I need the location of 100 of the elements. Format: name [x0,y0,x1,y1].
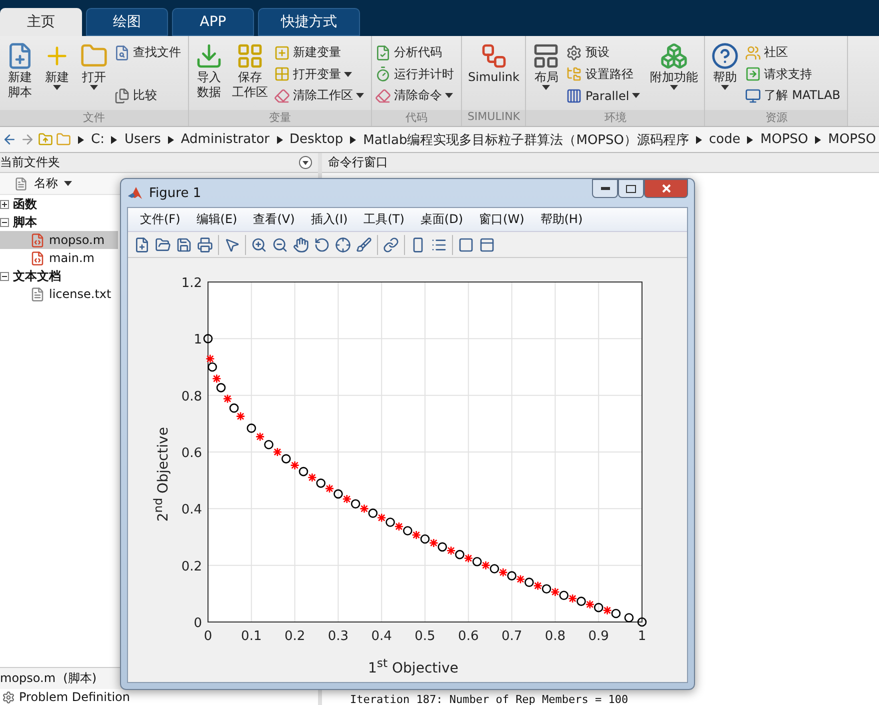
menu-item[interactable]: 文件(F) [132,211,188,228]
ribbon-button[interactable]: 帮助 [708,40,742,110]
folder-group-label[interactable]: 脚本 [13,214,37,230]
data-point [559,590,569,600]
ribbon-button[interactable]: 设置路径 [566,64,644,84]
download-icon [195,42,223,70]
command-output: Iteration 187: Number of Rep Members = 100 [350,693,630,705]
tick-label: 1.2 [181,276,202,291]
data-point [308,472,317,482]
data-point [368,508,378,518]
menu-item[interactable]: 查看(V) [245,211,303,228]
ribbon-tab[interactable]: 主页 [0,8,82,36]
ribbon-tab[interactable]: 绘图 [86,8,168,36]
ribbon-button[interactable]: 运行并计时 [375,64,458,84]
square-icon[interactable] [458,236,474,252]
outline-item[interactable]: Problem Definition [19,690,130,704]
data-point [585,600,595,610]
data-point [298,466,308,476]
new-file-icon[interactable] [134,236,150,252]
ribbon-button[interactable]: 清除命令 [375,85,458,106]
collapse-icon[interactable] [0,272,9,280]
dropdown-icon[interactable] [299,156,312,169]
ribbon-button[interactable]: 了解 MATLAB [745,85,844,106]
ribbon-button[interactable]: 新建变量 [274,42,368,63]
menu-item[interactable]: 帮助(H) [532,211,591,228]
ribbon-button[interactable]: 新建 [40,40,74,110]
maximize-button[interactable] [618,179,644,198]
minimize-icon [600,187,610,190]
rotate-icon[interactable] [314,236,330,252]
ribbon-button[interactable]: 请求支持 [745,64,844,84]
ribbon-button[interactable]: 比较 [114,85,185,106]
ribbon-button[interactable]: Simulink [465,40,522,110]
ribbon-button[interactable]: 查找文件 [114,42,185,63]
file-row[interactable]: main.m [0,249,118,267]
data-point [403,526,412,536]
chevron-icon [747,136,754,144]
menu-item[interactable]: 插入(I) [302,211,356,228]
data-point [264,440,274,450]
panel-icon[interactable] [479,236,495,252]
legend-icon[interactable] [431,236,447,252]
path-segment[interactable]: code [709,132,740,147]
close-button[interactable] [644,179,688,198]
hand-icon[interactable] [293,236,309,252]
ribbon-button[interactable]: 打开 [77,40,111,110]
panel-title: 当前文件夹 [0,154,60,171]
chevron-icon [78,136,84,144]
ribbon-button[interactable]: 社区 [745,42,844,63]
panel-title: 命令行窗口 [328,154,388,171]
ribbon-tab[interactable]: APP [172,8,254,36]
menu-item[interactable]: 窗口(W) [471,211,532,228]
ribbon-button[interactable]: 打开变量 [274,64,368,84]
link-icon[interactable] [383,236,399,252]
ribbon-button[interactable]: 布局 [529,40,564,110]
ribbon-button[interactable]: 预设 [566,42,644,63]
minimize-button[interactable] [592,179,618,198]
pointer-icon[interactable] [224,236,240,252]
column-title[interactable]: 名称 [34,175,58,192]
ribbon-button[interactable]: Parallel [566,85,644,106]
ribbon-button[interactable]: 清除工作区 [274,85,368,106]
data-point [222,394,232,404]
ribbon-button[interactable]: 保存 工作区 [229,40,271,110]
ribbon-tab[interactable]: 快捷方式 [258,8,360,36]
zoom-out-icon[interactable] [272,236,288,252]
path-segment[interactable]: Administrator [180,132,270,147]
boxes-icon [660,42,688,70]
path-segment[interactable]: MOPSO [828,132,876,147]
menu-item[interactable]: 工具(T) [356,211,412,228]
menu-item[interactable]: 桌面(D) [412,211,472,228]
data-point [516,574,526,584]
brush-icon[interactable] [356,236,372,252]
printer-icon[interactable] [197,236,213,252]
path-segment[interactable]: Matlab编程实现多目标粒子群算法（MOPSO）源码程序 [363,130,690,148]
path-segment[interactable]: C: [91,132,104,147]
group-label: 文件 [0,110,188,126]
chevron-icon [696,136,702,144]
ribbon-button[interactable]: 导入 数据 [192,40,226,110]
ribbon-button[interactable]: 新建 脚本 [3,40,37,110]
forward-icon[interactable] [20,132,35,147]
save-icon[interactable] [176,236,192,252]
ribbon-button[interactable]: 附加功能 [647,40,702,110]
file-row[interactable]: mopso.m [0,231,118,249]
file-row[interactable]: license.txt [0,285,118,303]
folder-icon[interactable] [155,236,171,252]
folder-group-label[interactable]: 函数 [13,196,37,212]
zoom-in-icon[interactable] [251,236,267,252]
data-point [386,518,395,527]
sort-icon [64,181,72,186]
collapse-icon[interactable] [0,218,9,226]
tick-label: 0.4 [371,629,392,644]
expand-icon[interactable] [0,200,9,208]
data-point [524,578,534,587]
path-segment[interactable]: Users [124,132,161,147]
back-icon[interactable] [2,132,17,147]
x-axis-label: 1$^{st}$ Objective [368,656,458,677]
ribbon-button[interactable]: 分析代码 [375,42,458,63]
folder-group-label[interactable]: 文本文档 [13,268,61,284]
path-segment[interactable]: Desktop [290,132,344,147]
crosshair-icon[interactable] [335,236,351,252]
menu-item[interactable]: 编辑(E) [188,211,246,228]
path-segment[interactable]: MOPSO [760,132,808,147]
